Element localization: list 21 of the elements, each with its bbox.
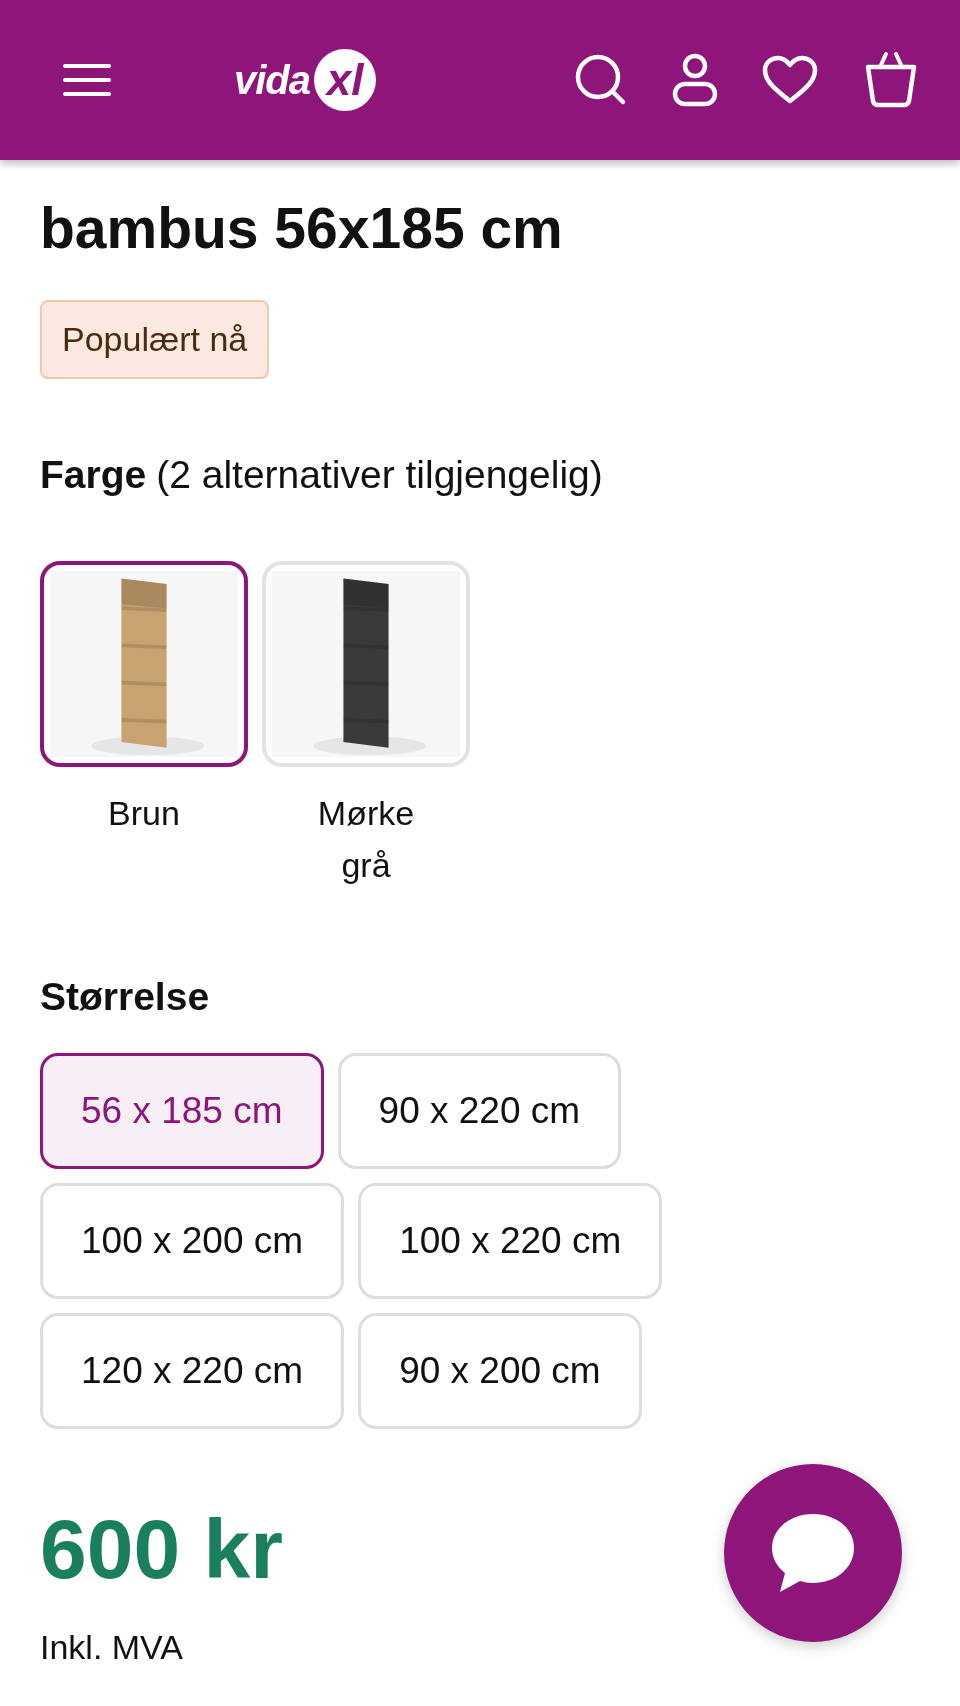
logo[interactable]: vida xl xyxy=(234,49,377,111)
size-option[interactable]: 90 x 200 cm xyxy=(358,1313,642,1430)
product-title: bambus 56x185 cm xyxy=(40,195,564,262)
price: 600 kr xyxy=(40,1501,283,1599)
search-icon[interactable] xyxy=(574,53,628,107)
tax-note: Inkl. MVA xyxy=(40,1628,183,1668)
size-option[interactable]: 90 x 220 cm xyxy=(337,1053,622,1170)
menu-icon[interactable] xyxy=(62,62,112,98)
color-swatch[interactable] xyxy=(40,561,248,768)
heart-icon[interactable] xyxy=(762,55,818,105)
swatch-label: Brun xyxy=(107,793,181,835)
option-label: Størrelse xyxy=(40,975,210,1020)
size-option[interactable]: 100 x 220 cm xyxy=(358,1183,663,1300)
size-option[interactable]: 100 x 200 cm xyxy=(40,1183,345,1300)
option-note: (2 alternativer tilgjengelig) xyxy=(156,453,603,498)
option-label: Farge xyxy=(40,453,147,498)
swatch-label: Mørke grå xyxy=(316,793,416,887)
popular-badge: Populært nå xyxy=(40,300,270,380)
size-option[interactable]: 56 x 185 cm xyxy=(40,1053,324,1170)
account-icon[interactable] xyxy=(672,52,718,108)
size-option[interactable]: 120 x 220 cm xyxy=(40,1313,345,1430)
